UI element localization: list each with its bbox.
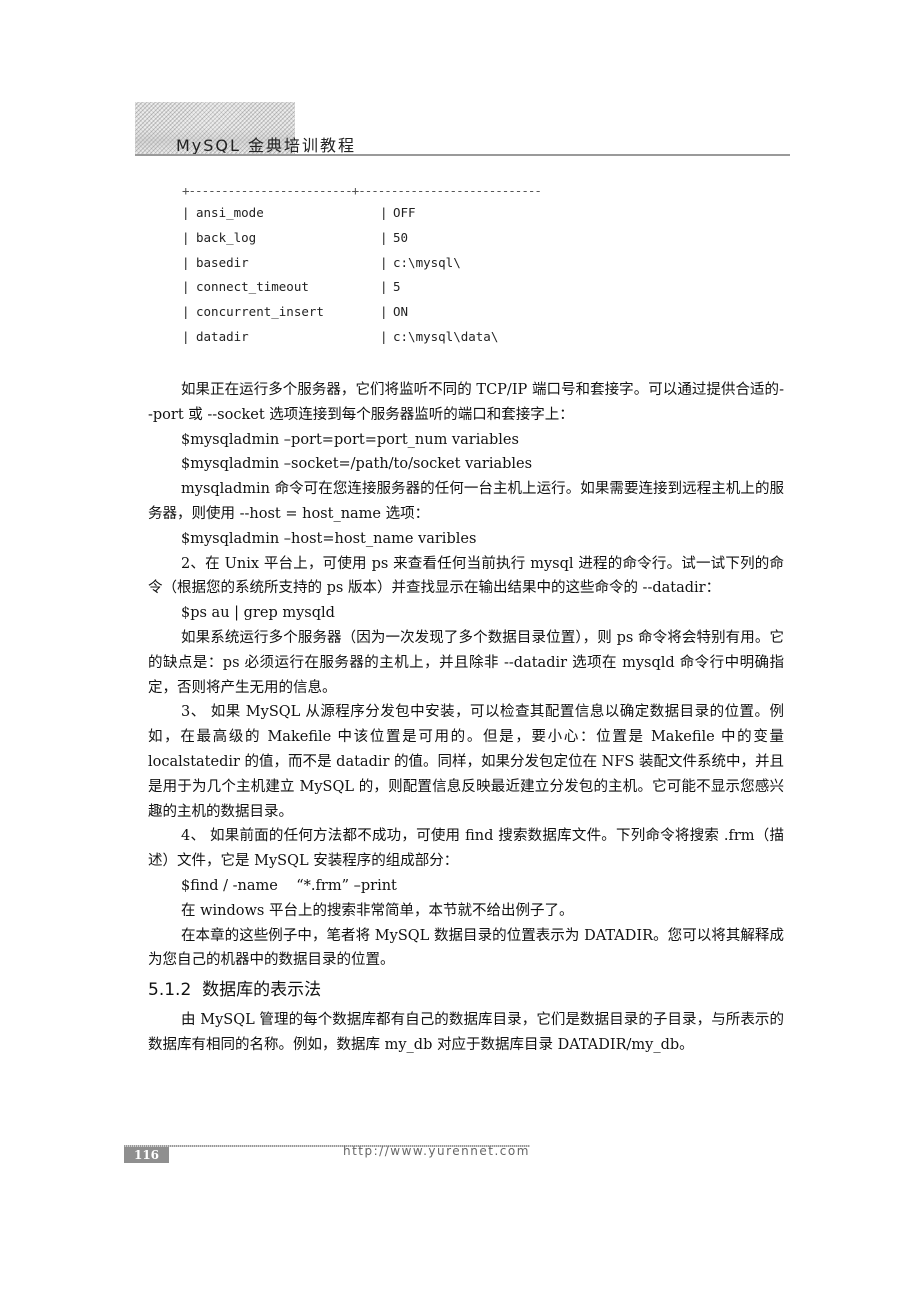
variable-name: basedir bbox=[196, 254, 249, 270]
table-row: | connect_timeout | 5 bbox=[182, 279, 401, 295]
variable-name: concurrent_insert bbox=[196, 304, 324, 320]
variables-output-table: +-------------------------+-------------… bbox=[182, 183, 542, 354]
variable-name: ansi_mode bbox=[196, 205, 264, 220]
paragraph-database-representation: 由 MySQL 管理的每个数据库都有自己的数据库目录，它们是数据目录的子目录，与… bbox=[148, 1012, 785, 1053]
body-text: 如果正在运行多个服务器，它们将监听不同的 TCP/IP 端口号和套接字。可以通过… bbox=[148, 378, 784, 1058]
paragraph-windows: 在 windows 平台上的搜索非常简单，本节就不给出例子了。 bbox=[181, 902, 574, 919]
section-heading: 5.1.2 数据库的表示法 bbox=[148, 980, 322, 1001]
variable-value: OFF bbox=[393, 205, 416, 220]
variable-value: ON bbox=[393, 304, 409, 320]
table-row: | concurrent_insert | ON bbox=[182, 304, 409, 320]
table-row: | back_log | 50 bbox=[182, 229, 409, 245]
paragraph-datadir-notation: 在本章的这些例子中，笔者将 MySQL 数据目录的位置表示为 DATADIR。您… bbox=[148, 927, 784, 969]
variable-value: c:\mysql\ bbox=[393, 254, 461, 270]
table-separator: +-------------------------+-------------… bbox=[182, 183, 542, 198]
page-number: 116 bbox=[124, 1147, 169, 1163]
command-port: $mysqladmin –port=port=port_num variable… bbox=[181, 431, 519, 448]
header-rule bbox=[135, 154, 790, 156]
command-ps: $ps au | grep mysqld bbox=[181, 605, 335, 622]
table-row: | ansi_mode | OFF bbox=[182, 205, 416, 220]
paragraph-multiple-servers: 如果正在运行多个服务器，它们将监听不同的 TCP/IP 端口号和套接字。可以通过… bbox=[148, 382, 784, 423]
variable-value: 5 bbox=[393, 279, 401, 295]
command-socket: $mysqladmin –socket=/path/to/socket vari… bbox=[181, 456, 533, 473]
variable-name: connect_timeout bbox=[196, 279, 309, 295]
variable-value: c:\mysql\data\ bbox=[393, 328, 499, 344]
running-header-title: MySQL 金典培训教程 bbox=[176, 136, 357, 155]
table-row: | datadir | c:\mysql\data\ bbox=[182, 328, 499, 344]
paragraph-ps-usefulness: 如果系统运行多个服务器（因为一次发现了多个数据目录位置），则 ps 命令将会特别… bbox=[148, 629, 784, 696]
paragraph-unix-ps: 2、在 Unix 平台上，可使用 ps 来查看任何当前执行 mysql 进程的命… bbox=[148, 555, 784, 597]
paragraph-find: 4、 如果前面的任何方法都不成功，可使用 find 搜索数据库文件。下列命令将搜… bbox=[148, 828, 784, 870]
variable-name: back_log bbox=[196, 229, 257, 245]
table-row: | basedir | c:\mysql\ bbox=[182, 254, 461, 270]
variable-name: datadir bbox=[196, 328, 249, 344]
variable-value: 50 bbox=[393, 229, 409, 245]
paragraph-mysqladmin-host: mysqladmin 命令可在您连接服务器的任何一台主机上运行。如果需要连接到远… bbox=[148, 481, 784, 522]
command-host: $mysqladmin –host=host_name varibles bbox=[181, 530, 477, 547]
footer-url: http://www.yurennet.com bbox=[343, 1144, 530, 1158]
paragraph-source-distribution: 3、 如果 MySQL 从源程序分发包中安装，可以检查其配置信息以确定数据目录的… bbox=[148, 704, 784, 820]
command-find: $find / -name “*.frm” –print bbox=[181, 877, 397, 894]
